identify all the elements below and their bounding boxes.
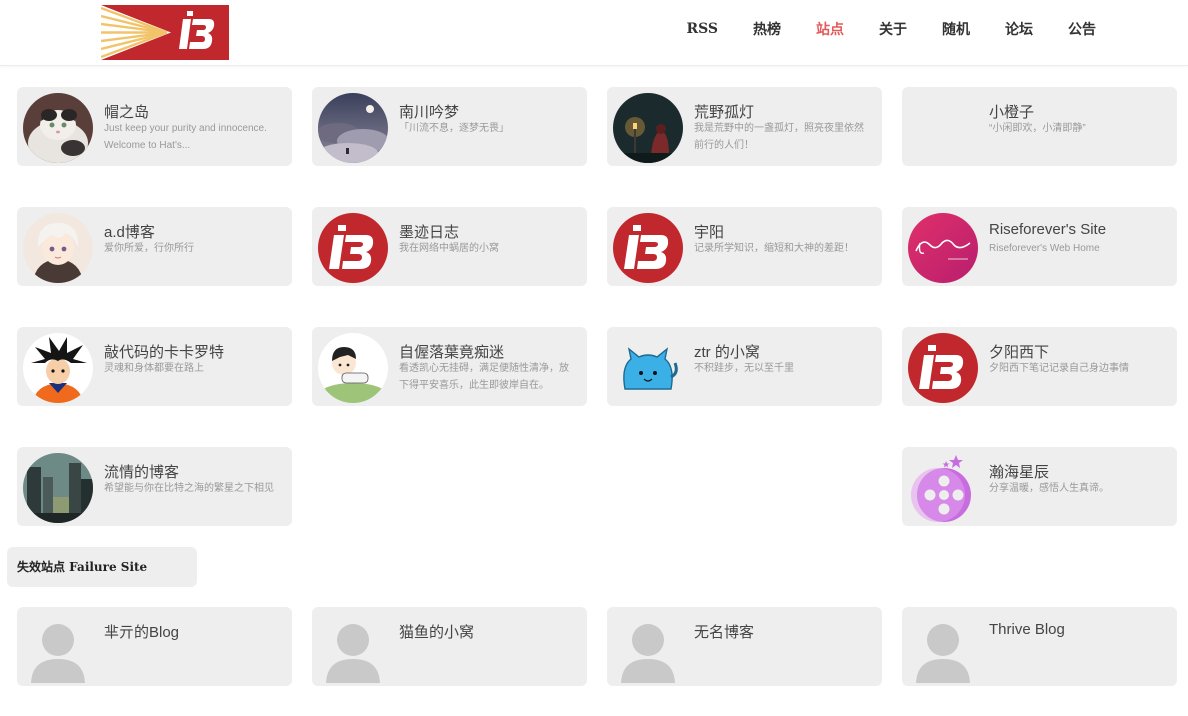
nav-about[interactable]: 关于 bbox=[879, 19, 907, 39]
site-description: 灵魂和身体都要在路上 bbox=[104, 363, 204, 374]
site-description: 看透凯心无挂碍，满足便随性清净，放下得平安喜乐，此生即彼岸自在。 bbox=[399, 363, 569, 391]
site-description: 我在网络中蜗居的小窝 bbox=[399, 243, 499, 254]
site-title: 无名博客 bbox=[694, 624, 755, 641]
site-title: 芈亓的Blog bbox=[104, 624, 180, 641]
site-title: ztr 的小窝 bbox=[694, 344, 760, 361]
site-description: 爱你所爱，行你所行 bbox=[104, 243, 194, 254]
site-description: 分享温暖，感悟人生真谛。 bbox=[989, 483, 1109, 494]
failed-site-card[interactable]: 无名博客 bbox=[607, 607, 882, 686]
site-card[interactable]: Riseforever's Site Riseforever's Web Hom… bbox=[902, 207, 1177, 286]
site-title: 荒野孤灯 bbox=[694, 104, 755, 121]
site-title: 猫鱼的小窝 bbox=[399, 624, 475, 641]
nav-rss[interactable]: RSS bbox=[686, 21, 718, 37]
site-description: 我是荒野中的一盏孤灯，照亮夜里依然前行的人们！ bbox=[694, 123, 864, 151]
default-user-icon bbox=[23, 613, 93, 683]
site-title: 墨迹日志 bbox=[399, 224, 460, 241]
site-title: 帽之岛 bbox=[104, 104, 150, 121]
site-title: 流情的博客 bbox=[104, 464, 180, 481]
default-user-icon bbox=[318, 613, 388, 683]
site-card[interactable]: 南川吟梦 「川流不息，逐梦无畏」 bbox=[312, 87, 587, 166]
site-description: 希望能与你在比特之海的繁星之下相见 bbox=[104, 483, 274, 494]
site-description: Just keep your purity and innocence. Wel… bbox=[104, 123, 267, 151]
site-title: 敲代码的卡卡罗特 bbox=[104, 344, 225, 361]
ib-logo-icon bbox=[908, 333, 978, 403]
site-card[interactable]: 小橙子 “小闲即欢，小清即静” bbox=[902, 87, 1177, 166]
cartoon-boy-icon bbox=[318, 333, 388, 403]
riseforever-logo-icon bbox=[908, 213, 978, 283]
site-card[interactable]: 夕阳西下 夕阳西下笔记记录自己身边事情 bbox=[902, 327, 1177, 406]
ib-logo-icon bbox=[318, 213, 388, 283]
site-title: 瀚海星辰 bbox=[989, 464, 1050, 481]
city-photo-icon bbox=[23, 453, 93, 523]
site-title: 小橙子 bbox=[989, 104, 1035, 121]
site-card[interactable]: 荒野孤灯 我是荒野中的一盏孤灯，照亮夜里依然前行的人们！ bbox=[607, 87, 882, 166]
site-card[interactable]: 流情的博客 希望能与你在比特之海的繁星之下相见 bbox=[17, 447, 292, 526]
failed-site-card[interactable]: Thrive Blog bbox=[902, 607, 1177, 686]
site-description: 夕阳西下笔记记录自己身边事情 bbox=[989, 363, 1129, 374]
failure-section-title: 失效站点 Failure Site bbox=[7, 547, 197, 587]
failed-site-card[interactable]: 芈亓的Blog bbox=[17, 607, 292, 686]
site-card[interactable]: 自偓落葉竟痴迷 看透凯心无挂碍，满足便随性清净，放下得平安喜乐，此生即彼岸自在。 bbox=[312, 327, 587, 406]
ib-logo-icon bbox=[613, 213, 683, 283]
site-description: Riseforever's Web Home bbox=[989, 243, 1100, 254]
site-card[interactable]: 瀚海星辰 分享温暖，感悟人生真谛。 bbox=[902, 447, 1177, 526]
lamp-photo-icon bbox=[613, 93, 683, 163]
film-reel-icon bbox=[908, 453, 978, 523]
site-description: “小闲即欢，小清即静” bbox=[989, 123, 1086, 134]
goku-icon bbox=[23, 333, 93, 403]
site-card[interactable]: 墨迹日志 我在网络中蜗居的小窝 bbox=[312, 207, 587, 286]
ib-brand-logo-icon bbox=[100, 5, 229, 60]
site-card[interactable]: 宇阳 记录所学知识，缩短和大神的差距！ bbox=[607, 207, 882, 286]
cat-photo-icon bbox=[23, 93, 93, 163]
site-title: Riseforever's Site bbox=[989, 221, 1107, 238]
main-nav: RSS 热榜 站点 关于 随机 论坛 公告 bbox=[651, 0, 1096, 58]
nav-announcement[interactable]: 公告 bbox=[1068, 19, 1096, 39]
site-title: a.d博客 bbox=[104, 224, 155, 241]
site-title: 夕阳西下 bbox=[989, 344, 1050, 361]
site-title: 南川吟梦 bbox=[399, 104, 460, 121]
site-title: 宇阳 bbox=[694, 224, 725, 241]
blank-icon bbox=[908, 93, 978, 163]
site-card[interactable]: ztr 的小窝 不积跬步，无以至千里 bbox=[607, 327, 882, 406]
site-title: 自偓落葉竟痴迷 bbox=[399, 344, 505, 361]
anime-boy-icon bbox=[23, 213, 93, 283]
site-logo[interactable] bbox=[100, 5, 229, 60]
site-description: 不积跬步，无以至千里 bbox=[694, 363, 794, 374]
nav-forum[interactable]: 论坛 bbox=[1005, 19, 1033, 39]
site-title: Thrive Blog bbox=[989, 621, 1065, 638]
site-description: 「川流不息，逐梦无畏」 bbox=[399, 123, 509, 134]
failed-site-card[interactable]: 猫鱼的小窝 bbox=[312, 607, 587, 686]
night-sky-photo-icon bbox=[318, 93, 388, 163]
default-user-icon bbox=[613, 613, 683, 683]
nav-hot[interactable]: 热榜 bbox=[753, 19, 781, 39]
site-description: 记录所学知识，缩短和大神的差距！ bbox=[694, 243, 854, 254]
site-card[interactable]: a.d博客 爱你所爱，行你所行 bbox=[17, 207, 292, 286]
blue-cat-icon bbox=[613, 333, 683, 403]
site-card[interactable]: 敲代码的卡卡罗特 灵魂和身体都要在路上 bbox=[17, 327, 292, 406]
nav-random[interactable]: 随机 bbox=[942, 19, 970, 39]
default-user-icon bbox=[908, 613, 978, 683]
nav-sites[interactable]: 站点 bbox=[816, 19, 844, 39]
site-card[interactable]: 帽之岛 Just keep your purity and innocence.… bbox=[17, 87, 292, 166]
site-header: RSS 热榜 站点 关于 随机 论坛 公告 bbox=[0, 0, 1188, 66]
